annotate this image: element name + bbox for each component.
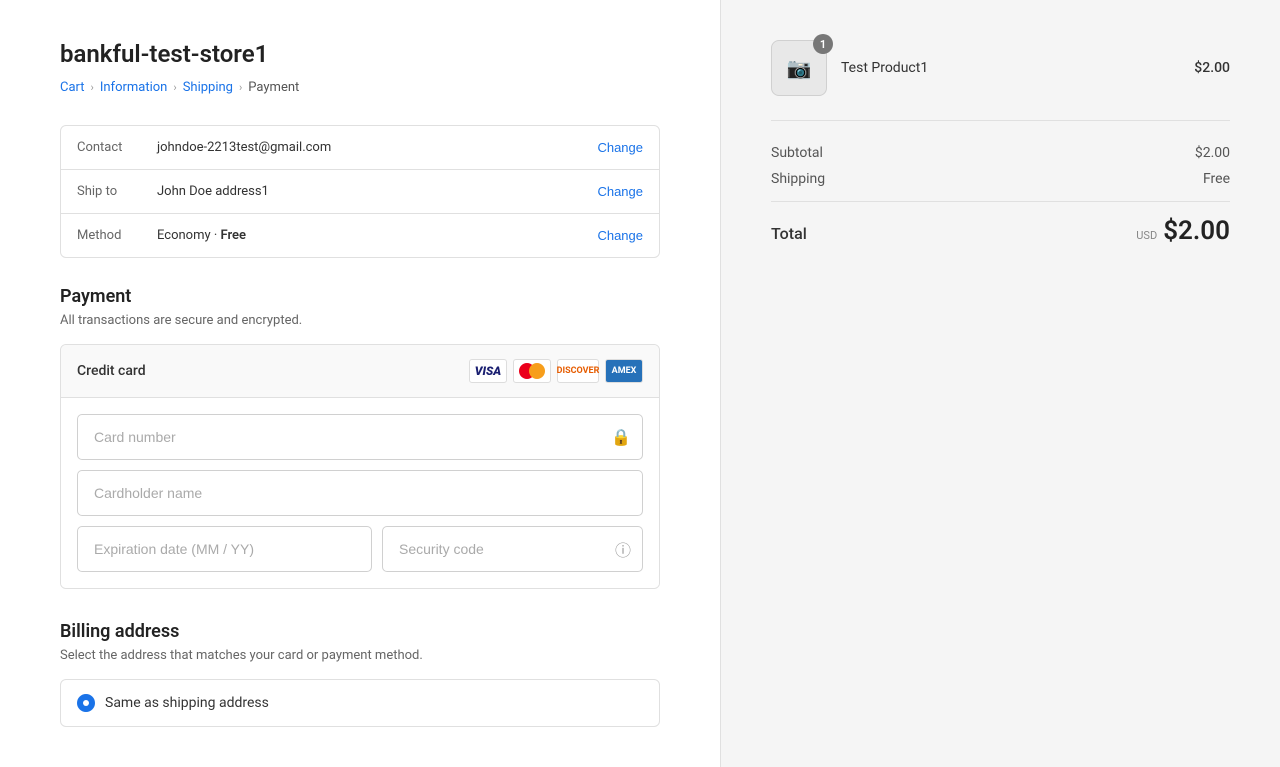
method-change-button[interactable]: Change bbox=[597, 228, 643, 243]
product-price: $2.00 bbox=[1194, 60, 1230, 76]
same-as-shipping-label: Same as shipping address bbox=[105, 695, 269, 711]
lock-icon: 🔒 bbox=[611, 428, 631, 447]
info-row-shipto: Ship to John Doe address1 Change bbox=[61, 170, 659, 214]
total-currency: USD bbox=[1136, 229, 1157, 242]
ship-to-value: John Doe address1 bbox=[157, 184, 597, 199]
method-label: Method bbox=[77, 228, 157, 243]
right-panel: 📷 1 Test Product1 $2.00 Subtotal $2.00 S… bbox=[720, 0, 1280, 767]
total-value: $2.00 bbox=[1163, 216, 1230, 246]
left-panel: bankful-test-store1 Cart › Information ›… bbox=[0, 0, 720, 767]
payment-fields: 🔒 ⓘ bbox=[61, 398, 659, 588]
chevron-icon: › bbox=[173, 81, 176, 94]
shipping-label: Shipping bbox=[771, 171, 825, 187]
help-icon: ⓘ bbox=[615, 537, 631, 561]
payment-subtitle: All transactions are secure and encrypte… bbox=[60, 313, 660, 328]
billing-subtitle: Select the address that matches your car… bbox=[60, 648, 660, 663]
product-row: 📷 1 Test Product1 $2.00 bbox=[771, 40, 1230, 121]
shipping-value: Free bbox=[1203, 171, 1230, 187]
info-row-method: Method Economy · Free Change bbox=[61, 214, 659, 257]
store-title: bankful-test-store1 bbox=[60, 40, 660, 68]
card-number-wrapper: 🔒 bbox=[77, 414, 643, 460]
summary-divider bbox=[771, 201, 1230, 202]
amex-icon: AMEX bbox=[605, 359, 643, 383]
info-box: Contact johndoe-2213test@gmail.com Chang… bbox=[60, 125, 660, 258]
shipping-row: Shipping Free bbox=[771, 171, 1230, 187]
product-badge: 1 bbox=[813, 34, 833, 54]
visa-icon: VISA bbox=[469, 359, 507, 383]
total-amount: USD $2.00 bbox=[1136, 216, 1230, 246]
shipto-change-button[interactable]: Change bbox=[597, 184, 643, 199]
card-details-row: ⓘ bbox=[77, 526, 643, 572]
card-number-input[interactable] bbox=[77, 414, 643, 460]
credit-card-label: Credit card bbox=[77, 363, 146, 379]
method-value: Economy · Free bbox=[157, 228, 597, 243]
contact-change-button[interactable]: Change bbox=[597, 140, 643, 155]
contact-value: johndoe-2213test@gmail.com bbox=[157, 140, 597, 155]
chevron-icon: › bbox=[239, 81, 242, 94]
subtotal-value: $2.00 bbox=[1195, 145, 1230, 161]
discover-icon: DISCOVER bbox=[557, 359, 599, 383]
product-name: Test Product1 bbox=[841, 60, 1180, 76]
breadcrumb: Cart › Information › Shipping › Payment bbox=[60, 80, 660, 95]
contact-label: Contact bbox=[77, 140, 157, 155]
billing-title: Billing address bbox=[60, 621, 660, 642]
payment-box: Credit card VISA DISCOVER AMEX 🔒 bbox=[60, 344, 660, 589]
cardholder-name-input[interactable] bbox=[77, 470, 643, 516]
radio-button-selected[interactable] bbox=[77, 694, 95, 712]
expiry-input[interactable] bbox=[77, 526, 372, 572]
product-image-container: 📷 1 bbox=[771, 40, 827, 96]
payment-title: Payment bbox=[60, 286, 660, 307]
breadcrumb-current: Payment bbox=[248, 80, 299, 95]
breadcrumb-cart[interactable]: Cart bbox=[60, 80, 85, 95]
info-row-contact: Contact johndoe-2213test@gmail.com Chang… bbox=[61, 126, 659, 170]
payment-header: Credit card VISA DISCOVER AMEX bbox=[61, 345, 659, 398]
breadcrumb-shipping[interactable]: Shipping bbox=[183, 80, 233, 95]
subtotal-row: Subtotal $2.00 bbox=[771, 145, 1230, 161]
total-row: Total USD $2.00 bbox=[771, 216, 1230, 246]
camera-icon: 📷 bbox=[787, 56, 812, 80]
card-icons: VISA DISCOVER AMEX bbox=[469, 359, 643, 383]
ship-to-label: Ship to bbox=[77, 184, 157, 199]
breadcrumb-information[interactable]: Information bbox=[100, 80, 168, 95]
chevron-icon: › bbox=[91, 81, 94, 94]
security-code-input[interactable] bbox=[382, 526, 643, 572]
security-code-wrapper: ⓘ bbox=[382, 526, 643, 572]
subtotal-label: Subtotal bbox=[771, 145, 823, 161]
mastercard-icon bbox=[513, 359, 551, 383]
total-label: Total bbox=[771, 224, 807, 243]
